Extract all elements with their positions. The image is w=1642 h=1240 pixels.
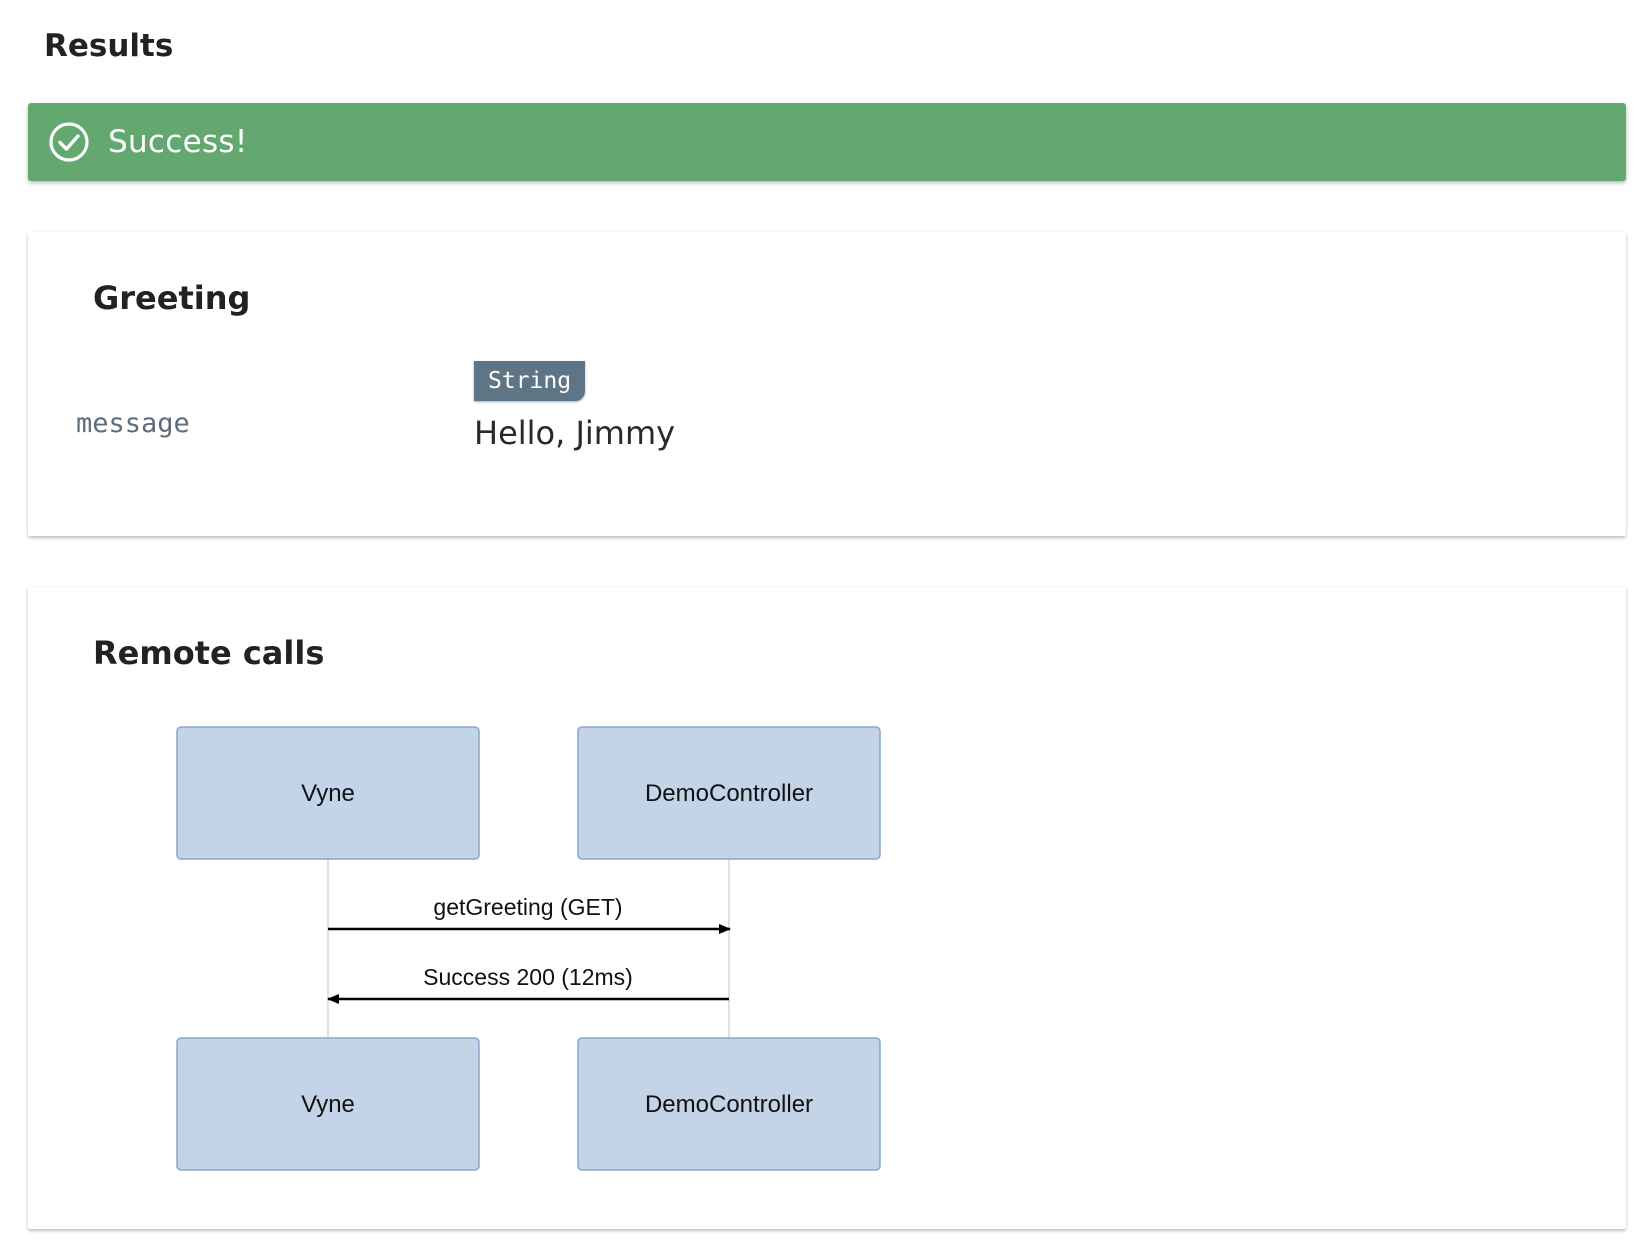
message-label-response: Success 200 (12ms)	[423, 964, 633, 990]
participant-top-vyne-label: Vyne	[301, 780, 355, 807]
page-title: Results	[44, 28, 174, 64]
participant-bottom-democontroller-label: DemoController	[645, 1091, 813, 1118]
greeting-title: Greeting	[93, 279, 251, 317]
type-badge[interactable]: String	[474, 361, 586, 401]
success-message: Success!	[108, 124, 248, 160]
greeting-card: Greeting message String Hello, Jimmy	[28, 232, 1626, 536]
participant-top-democontroller-label: DemoController	[645, 780, 813, 807]
field-name: message	[76, 408, 190, 439]
message-label-request: getGreeting (GET)	[433, 894, 622, 920]
sequence-diagram: Vyne DemoController getGreeting (GET) Su…	[176, 726, 881, 1171]
remote-calls-card: Remote calls Vyne DemoController getGree…	[28, 587, 1626, 1229]
success-banner: Success!	[28, 103, 1626, 181]
field-value: Hello, Jimmy	[474, 414, 676, 452]
participant-bottom-vyne-label: Vyne	[301, 1091, 355, 1118]
check-circle-icon	[48, 121, 90, 163]
